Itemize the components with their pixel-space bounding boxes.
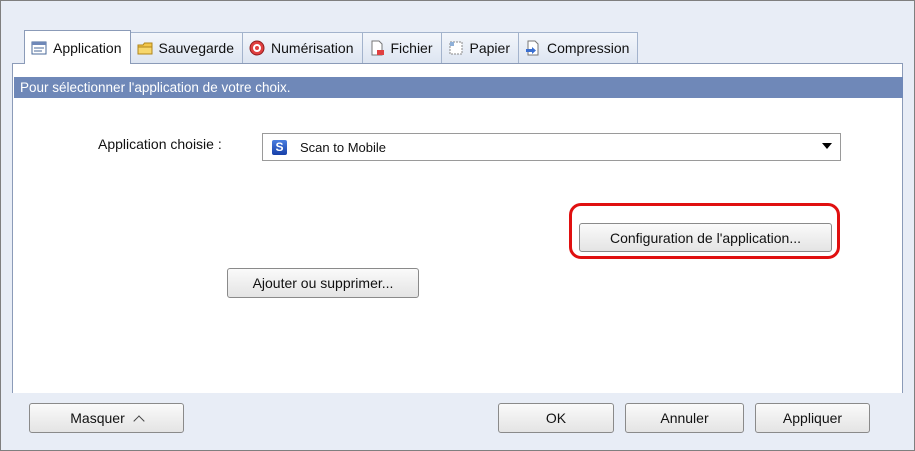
chevron-up-icon xyxy=(133,414,145,427)
scan-to-mobile-icon: S xyxy=(272,139,287,155)
tab-sauvegarde-label: Sauvegarde xyxy=(158,40,235,56)
tab-compression[interactable]: Compression xyxy=(517,32,639,63)
tab-numerisation-label: Numérisation xyxy=(271,40,354,56)
file-icon xyxy=(369,40,385,56)
scan-icon xyxy=(249,40,265,56)
tab-numerisation[interactable]: Numérisation xyxy=(242,32,363,63)
application-dropdown-value: Scan to Mobile xyxy=(300,139,386,155)
app-config-button[interactable]: Configuration de l'application... xyxy=(579,223,832,252)
tab-compression-label: Compression xyxy=(546,40,630,56)
tab-fichier-label: Fichier xyxy=(390,40,433,56)
hide-button-label: Masquer xyxy=(70,410,125,426)
application-panel: Pour sélectionner l'application de votre… xyxy=(12,63,903,395)
add-remove-button[interactable]: Ajouter ou supprimer... xyxy=(227,268,419,298)
section-banner: Pour sélectionner l'application de votre… xyxy=(14,77,903,98)
cancel-button[interactable]: Annuler xyxy=(625,403,744,433)
tab-papier-label: Papier xyxy=(469,40,510,56)
application-icon xyxy=(31,40,47,56)
tab-strip: Application Sauvegarde Numérisation Fich… xyxy=(24,30,639,64)
folder-icon xyxy=(137,40,153,56)
paper-icon xyxy=(448,40,464,56)
tab-papier[interactable]: Papier xyxy=(440,32,519,63)
tab-fichier[interactable]: Fichier xyxy=(361,32,442,63)
chevron-down-icon[interactable] xyxy=(822,143,832,149)
compression-icon xyxy=(525,40,541,56)
bottom-bar: Masquer OK Annuler Appliquer xyxy=(1,393,914,450)
apply-button[interactable]: Appliquer xyxy=(755,403,870,433)
scan-settings-window: Application Sauvegarde Numérisation Fich… xyxy=(0,0,915,451)
application-dropdown[interactable]: S Scan to Mobile xyxy=(262,133,841,161)
ok-button[interactable]: OK xyxy=(498,403,614,433)
hide-button[interactable]: Masquer xyxy=(29,403,184,433)
tab-application-label: Application xyxy=(53,39,122,56)
tab-sauvegarde[interactable]: Sauvegarde xyxy=(129,32,244,63)
app-select-label: Application choisie : xyxy=(98,136,222,152)
tab-application[interactable]: Application xyxy=(24,30,131,64)
